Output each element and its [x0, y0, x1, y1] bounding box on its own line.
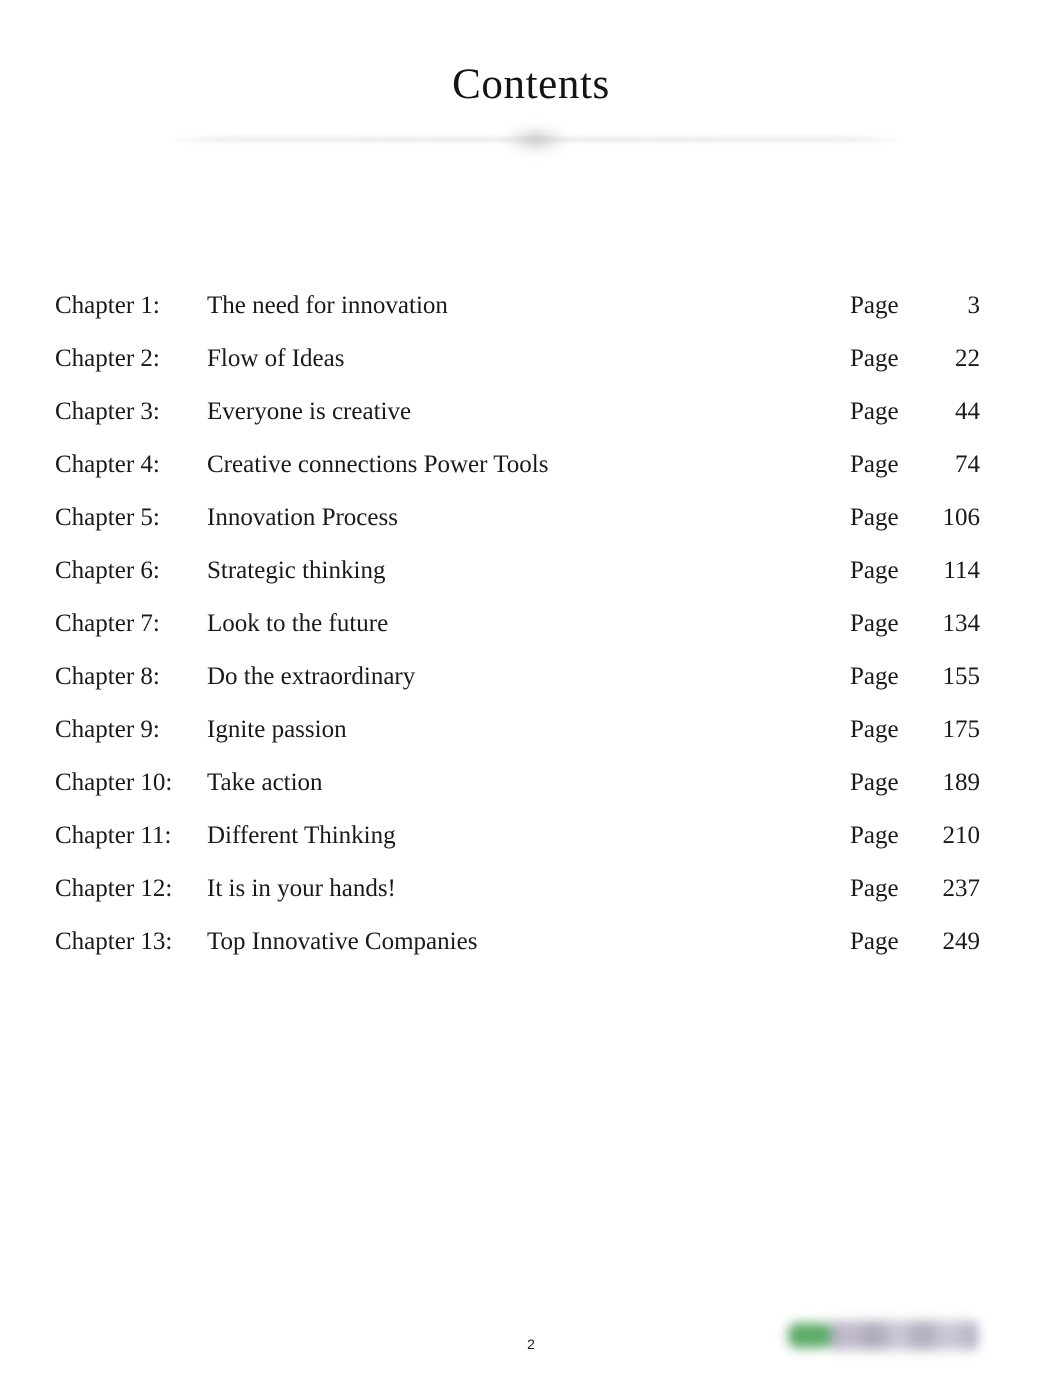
toc-entry[interactable]: Chapter 6: Strategic thinking Page 114: [55, 544, 980, 597]
toc-entry-page-number: 74: [955, 451, 980, 478]
toc-entry-chapter: Chapter 9:: [55, 716, 160, 743]
table-of-contents: Chapter 1: The need for innovation Page 3 Ch…: [55, 279, 980, 968]
title-divider: [165, 126, 907, 154]
toc-entry[interactable]: Chapter 7: Look to the future Page 134: [55, 597, 980, 650]
toc-entry-page-number: 22: [955, 345, 980, 372]
toc-entry-title: Everyone is creative: [207, 398, 412, 425]
toc-entry[interactable]: Chapter 4: Creative connections Power Too…: [55, 438, 980, 491]
publisher-logo-badge: [788, 1323, 832, 1348]
toc-entry-chapter: Chapter 7:: [55, 610, 160, 637]
toc-entry-chapter: Chapter 12:: [55, 875, 173, 902]
toc-entry-page-label: Page: [850, 769, 899, 796]
toc-entry-title: Ignite passion: [207, 716, 347, 743]
flourish-ornament-icon: [505, 126, 567, 154]
toc-entry-title: Do the extraordinary: [207, 663, 416, 690]
toc-entry-title: Look to the future: [207, 610, 389, 637]
toc-entry-title: Take action: [207, 769, 323, 796]
toc-entry-chapter: Chapter 11:: [55, 822, 172, 849]
toc-entry-page-label: Page: [850, 716, 899, 743]
toc-entry-chapter: Chapter 8:: [55, 663, 160, 690]
toc-entry-page-number: 3: [967, 292, 981, 319]
toc-entry-chapter: Chapter 3:: [55, 398, 160, 425]
toc-entry[interactable]: Chapter 12: It is in your hands! Page 237: [55, 862, 980, 915]
toc-entry[interactable]: Chapter 1: The need for innovation Page 3: [55, 279, 980, 332]
toc-entry[interactable]: Chapter 5: Innovation Process Page 106: [55, 491, 980, 544]
toc-entry-page-label: Page: [850, 398, 899, 425]
toc-entry-page-label: Page: [850, 875, 899, 902]
toc-entry[interactable]: Chapter 3: Everyone is creative Page 44: [55, 385, 980, 438]
toc-entry-title: Different Thinking: [207, 822, 396, 849]
toc-entry-page-number: 155: [942, 663, 981, 690]
toc-entry-page-label: Page: [850, 663, 899, 690]
toc-entry[interactable]: Chapter 11: Different Thinking Page 210: [55, 809, 980, 862]
toc-entry-chapter: Chapter 10:: [55, 769, 173, 796]
toc-entry-page-number: 114: [943, 557, 980, 584]
toc-entry-page-number: 106: [942, 504, 981, 531]
toc-entry-page-label: Page: [850, 345, 899, 372]
toc-entry-page-label: Page: [850, 292, 899, 319]
toc-entry-page-number: 134: [942, 610, 981, 637]
toc-entry-page-number: 189: [942, 769, 981, 796]
toc-entry-title: Flow of Ideas: [207, 345, 345, 372]
toc-entry[interactable]: Chapter 10: Take action Page 189: [55, 756, 980, 809]
toc-entry[interactable]: Chapter 13: Top Innovative Companies Page 2…: [55, 915, 980, 968]
publisher-logo-icon: [780, 1306, 990, 1368]
toc-entry-chapter: Chapter 6:: [55, 557, 160, 584]
toc-entry-page-label: Page: [850, 610, 899, 637]
toc-entry-page-label: Page: [850, 504, 899, 531]
toc-entry-chapter: Chapter 13:: [55, 928, 173, 955]
toc-entry-title: Strategic thinking: [207, 557, 386, 584]
toc-entry-page-label: Page: [850, 822, 899, 849]
toc-entry[interactable]: Chapter 8: Do the extraordinary Page 155: [55, 650, 980, 703]
toc-entry-page-number: 44: [955, 398, 980, 425]
toc-entry-chapter: Chapter 5:: [55, 504, 160, 531]
publisher-logo-wordmark: [830, 1321, 978, 1350]
document-page: Contents Chapter 1: The need for innovati…: [0, 0, 1062, 1390]
toc-entry[interactable]: Chapter 9: Ignite passion Page 175: [55, 703, 980, 756]
toc-entry-title: Creative connections Power Tools: [207, 451, 549, 478]
toc-entry[interactable]: Chapter 2: Flow of Ideas Page 22: [55, 332, 980, 385]
page-title: Contents: [452, 61, 610, 108]
toc-entry-title: Innovation Process: [207, 504, 398, 531]
toc-entry-page-number: 249: [942, 928, 981, 955]
toc-entry-chapter: Chapter 2:: [55, 345, 160, 372]
toc-entry-title: The need for innovation: [207, 292, 448, 319]
toc-entry-page-label: Page: [850, 557, 899, 584]
toc-entry-chapter: Chapter 1:: [55, 292, 160, 319]
toc-entry-chapter: Chapter 4:: [55, 451, 160, 478]
toc-entry-page-number: 237: [942, 875, 981, 902]
toc-entry-page-label: Page: [850, 451, 899, 478]
toc-entry-page-number: 210: [942, 822, 981, 849]
toc-entry-title: It is in your hands!: [207, 875, 396, 902]
toc-entry-page-number: 175: [942, 716, 981, 743]
toc-entry-title: Top Innovative Companies: [207, 928, 478, 955]
toc-entry-page-label: Page: [850, 928, 899, 955]
